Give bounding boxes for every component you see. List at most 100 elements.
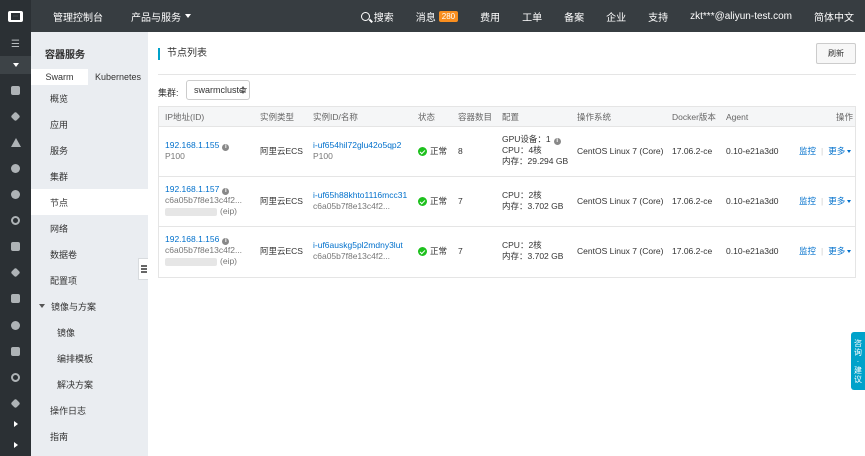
monitor-link[interactable]: 监控 [799,146,816,157]
node-sub: P100 [165,151,185,161]
sidebar-item-overview[interactable]: 概览 [31,85,148,111]
sidebar-item-apps[interactable]: 应用 [31,111,148,137]
sidebar-item-guide[interactable]: 指南 [31,423,148,449]
sidebar-item-solutions[interactable]: 解决方案 [31,371,148,397]
sidebar-item-oplog[interactable]: 操作日志 [31,397,148,423]
messages-button[interactable]: 消息 280 [405,0,469,32]
account-menu[interactable]: zkt***@aliyun-test.com [679,0,803,32]
more-menu[interactable]: 更多 [828,246,852,257]
network-icon[interactable] [0,394,31,412]
select-arrows-icon [241,86,245,94]
cluster-select[interactable]: swarmcluster [186,80,250,100]
ops-separator: | [821,196,824,206]
sidebar-group-label: 镜像与方案 [51,301,97,312]
status-badge: 正常 [418,146,447,157]
sidebar-item-networks[interactable]: 网络 [31,215,148,241]
language-menu[interactable]: 简体中文 [803,0,865,32]
instance-name: c6a05b7f8e13c4f2... [313,201,391,211]
os-name: CentOS Linux 7 (Core) [577,196,664,206]
redacted-ip [165,257,217,266]
check-circle-icon [418,197,427,206]
search-button[interactable]: 搜索 [350,0,405,32]
status-label: 正常 [430,246,448,256]
eye-icon[interactable] [0,368,31,386]
sidebar-item-clusters[interactable]: 集群 [31,163,148,189]
node-ip-link[interactable]: 192.168.1.157 [165,184,219,194]
instance-type: 阿里云ECS [260,146,303,156]
node-table: IP地址(ID) 实例类型 实例ID/名称 状态 容器数目 配置 操作系统 Do… [158,106,856,278]
caret-down-icon [39,304,45,308]
sidebar-item-services[interactable]: 服务 [31,137,148,163]
database-icon[interactable] [0,289,31,307]
sidebar-item-nodes[interactable]: 节点 [31,189,148,215]
aliyun-logo-icon[interactable] [0,0,31,32]
docker-version: 17.06.2-ce [672,196,713,206]
nodes-icon[interactable] [0,133,31,151]
info-icon[interactable]: i [222,238,230,245]
tab-kubernetes[interactable]: Kubernetes [88,69,148,85]
more-menu[interactable]: 更多 [828,146,852,157]
messages-label: 消息 [415,12,436,24]
sidebar-item-volumes[interactable]: 数据卷 [31,241,148,267]
cube-icon[interactable] [0,107,31,125]
info-icon[interactable]: i [553,138,561,145]
search-icon [360,11,370,21]
info-icon[interactable]: i [222,144,230,151]
cloud-icon[interactable] [0,159,31,177]
refresh-button[interactable]: 刷新 [816,43,856,64]
feedback-char: 建 [854,365,862,375]
arrow-right-icon[interactable] [0,415,31,433]
sidebar-item-configs[interactable]: 配置项 [31,267,148,293]
table-row: 192.168.1.156 i c6a05b7f8e13c4f2... (eip)… [159,227,855,277]
enterprise-link[interactable]: 企业 [595,0,637,32]
page-title: 节点列表 [158,48,207,60]
info-icon[interactable]: i [222,188,230,195]
status-badge: 正常 [418,246,447,257]
docker-version: 17.06.2-ce [672,246,713,256]
products-menu[interactable]: 产品与服务 [131,9,191,24]
feedback-tab[interactable]: 咨 询 · 建 议 [851,332,865,390]
node-ip-link[interactable]: 192.168.1.155 [165,140,219,150]
sidebar-item-images[interactable]: 镜像 [31,319,148,345]
instance-type: 阿里云ECS [260,196,303,206]
instance-id-link[interactable]: i-uf6auskg5pl2mdny3lut [313,240,403,250]
monitor-link[interactable]: 监控 [799,196,816,207]
expand-caret-icon[interactable] [0,56,31,74]
instance-name: c6a05b7f8e13c4f2... [313,251,391,261]
instance-id-link[interactable]: i-uf65h88khto1116mcc31 [313,190,407,200]
sidebar-group-images[interactable]: 镜像与方案 [31,293,148,319]
container-count: 8 [458,146,463,156]
agent-version: 0.10-e21a3d0 [726,246,779,256]
globe-icon[interactable] [0,211,31,229]
monitor-icon[interactable] [0,342,31,360]
col-agent: Agent [726,112,749,122]
billing-link[interactable]: 费用 [469,0,511,32]
messages-badge: 280 [438,10,459,22]
menu-toggle-icon[interactable]: ☰ [0,35,31,53]
node-ip-link[interactable]: 192.168.1.156 [165,234,219,244]
products-label: 产品与服务 [131,12,181,24]
feedback-char: 询 [854,347,862,357]
tickets-link[interactable]: 工单 [511,0,553,32]
title-divider [158,74,856,75]
upload-cloud-icon[interactable] [0,185,31,203]
eip-label: (eip) [220,206,238,216]
feedback-char: 议 [854,374,862,384]
chevron-down-icon [847,150,852,154]
more-menu[interactable]: 更多 [828,196,852,207]
icp-link[interactable]: 备案 [553,0,595,32]
chip-icon[interactable] [0,263,31,281]
arrow-right-icon[interactable] [0,436,31,454]
tab-swarm[interactable]: Swarm [31,69,88,85]
storage-icon[interactable] [0,237,31,255]
sidebar-collapse-handle[interactable] [138,258,148,280]
container-count: 7 [458,196,463,206]
config-gpu: GPU设备：1 [502,134,551,144]
monitor-link[interactable]: 监控 [799,246,816,257]
list-icon[interactable] [0,81,31,99]
sidebar-item-templates[interactable]: 编排模板 [31,345,148,371]
instance-id-link[interactable]: i-uf654hil72glu42o5qp2 [313,140,401,150]
support-link[interactable]: 支持 [637,0,679,32]
cloud-server-icon[interactable] [0,316,31,334]
console-link[interactable]: 管理控制台 [53,9,103,24]
